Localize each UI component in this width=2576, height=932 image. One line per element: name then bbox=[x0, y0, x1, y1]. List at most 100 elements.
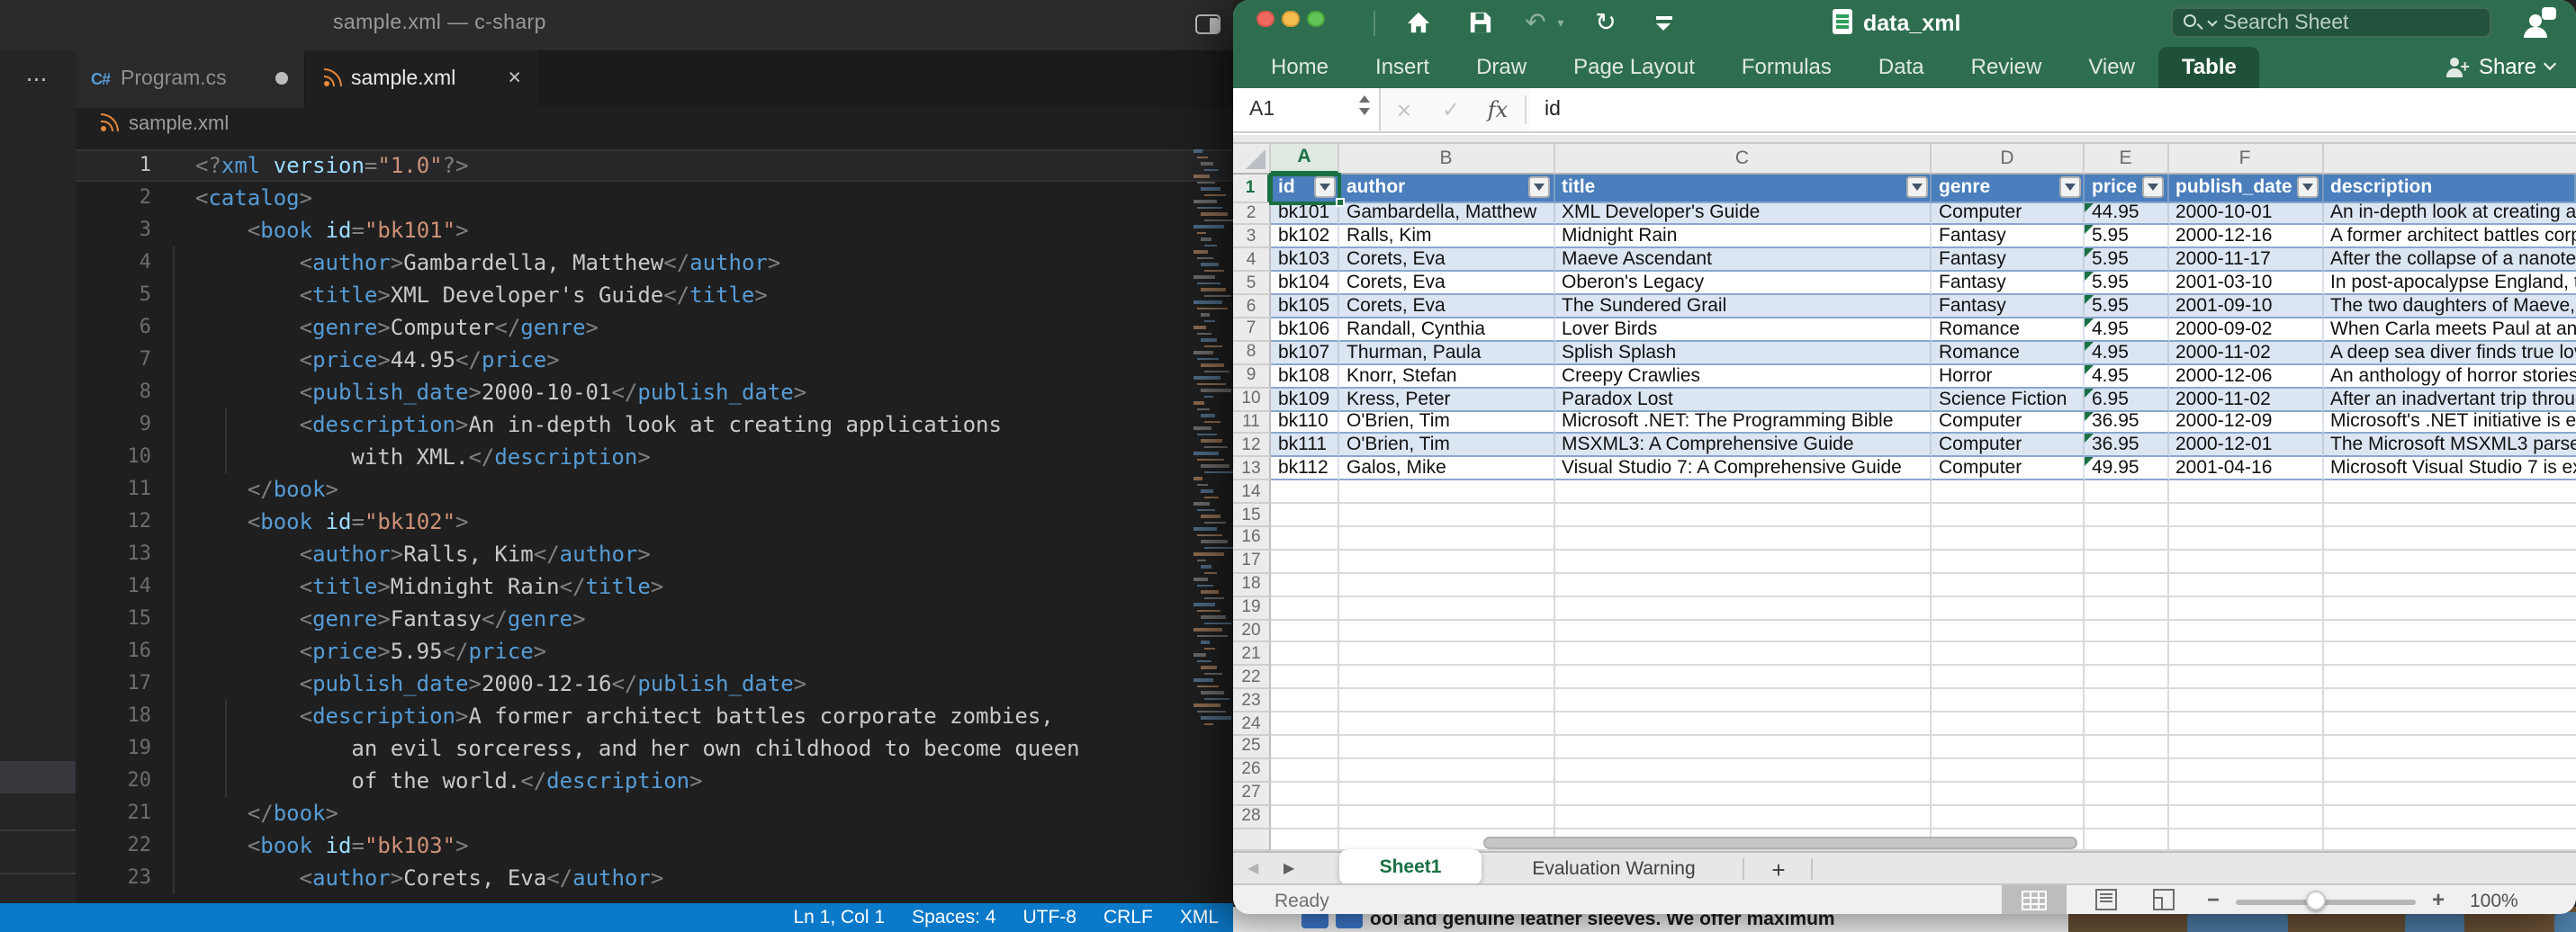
cell[interactable]: Microsoft's .NET initiative is ex bbox=[2323, 411, 2576, 435]
cell[interactable] bbox=[1271, 504, 1339, 527]
cell[interactable] bbox=[1554, 667, 1932, 690]
code-line[interactable]: 17 <publish_date>2000-12-16</publish_dat… bbox=[75, 668, 1233, 700]
cell[interactable] bbox=[2168, 620, 2323, 643]
cell[interactable]: Computer bbox=[1932, 435, 2085, 458]
redo-icon[interactable]: ↻ bbox=[1588, 0, 1624, 46]
cell[interactable] bbox=[2323, 712, 2576, 736]
cell[interactable] bbox=[1554, 805, 1932, 829]
row-header-9[interactable]: 9 bbox=[1233, 364, 1271, 388]
cell[interactable]: Computer bbox=[1932, 411, 2085, 435]
cell[interactable] bbox=[2168, 829, 2323, 850]
header-cell-description[interactable]: description bbox=[2323, 174, 2576, 202]
cell[interactable]: Computer bbox=[1932, 202, 2085, 226]
minimap[interactable] bbox=[1193, 149, 1229, 729]
cell[interactable]: 4.95 bbox=[2085, 318, 2168, 342]
code-editor[interactable]: 1<?xml version="1.0"?>2<catalog>3 <book … bbox=[75, 149, 1233, 894]
cell[interactable]: A deep sea diver finds true lov bbox=[2323, 342, 2576, 365]
column-header-B[interactable]: B bbox=[1339, 144, 1554, 174]
code-line[interactable]: 11 </book> bbox=[75, 473, 1233, 506]
column-header-E[interactable]: E bbox=[2085, 144, 2168, 174]
cell[interactable]: bk112 bbox=[1271, 458, 1339, 481]
row-header-2[interactable]: 2 bbox=[1233, 202, 1271, 226]
select-all-corner[interactable] bbox=[1233, 144, 1271, 174]
cell[interactable] bbox=[1932, 574, 2085, 597]
enter-button[interactable]: ✓ bbox=[1428, 88, 1474, 131]
ribbon-tab-formulas[interactable]: Formulas bbox=[1718, 46, 1855, 88]
code-line[interactable]: 19 an evil sorceress, and her own childh… bbox=[75, 732, 1233, 765]
close-traffic-light[interactable] bbox=[1256, 10, 1274, 27]
filter-button[interactable] bbox=[2142, 176, 2164, 198]
cell[interactable]: Fantasy bbox=[1932, 295, 2085, 318]
cell[interactable] bbox=[2085, 805, 2168, 829]
ribbon-tab-view[interactable]: View bbox=[2065, 46, 2158, 88]
cell[interactable]: Gambardella, Matthew bbox=[1339, 202, 1554, 226]
cell[interactable] bbox=[1271, 574, 1339, 597]
filter-button[interactable] bbox=[1313, 176, 1335, 198]
cell[interactable]: bk104 bbox=[1271, 272, 1339, 295]
undo-icon[interactable]: ↶ bbox=[1518, 0, 1554, 46]
cell[interactable]: Maeve Ascendant bbox=[1554, 249, 1932, 273]
cell[interactable]: 2000-10-01 bbox=[2168, 202, 2323, 226]
code-line[interactable]: 3 <book id="bk101"> bbox=[75, 214, 1233, 246]
status-item[interactable]: UTF-8 bbox=[1022, 907, 1076, 928]
cell[interactable] bbox=[2085, 551, 2168, 574]
header-cell-id[interactable]: id bbox=[1271, 174, 1339, 202]
cell[interactable] bbox=[2168, 689, 2323, 712]
cell[interactable] bbox=[1554, 736, 1932, 759]
cell[interactable] bbox=[1932, 551, 2085, 574]
cell[interactable]: An anthology of horror stories bbox=[2323, 364, 2576, 388]
cell[interactable]: Creepy Crawlies bbox=[1554, 364, 1932, 388]
cell[interactable]: 2000-12-01 bbox=[2168, 435, 2323, 458]
cell[interactable]: Fantasy bbox=[1932, 272, 2085, 295]
row-header-18[interactable]: 18 bbox=[1233, 574, 1271, 597]
cell[interactable] bbox=[2085, 667, 2168, 690]
row-header-6[interactable]: 6 bbox=[1233, 295, 1271, 318]
quick-access-chevron-icon[interactable] bbox=[1649, 0, 1678, 46]
cell[interactable]: Oberon's Legacy bbox=[1554, 272, 1932, 295]
code-line[interactable]: 13 <author>Ralls, Kim</author> bbox=[75, 538, 1233, 570]
row-header-23[interactable]: 23 bbox=[1233, 689, 1271, 712]
status-item[interactable]: Spaces: 4 bbox=[912, 907, 995, 928]
cell[interactable] bbox=[1932, 667, 2085, 690]
normal-view-button[interactable] bbox=[2002, 885, 2067, 914]
cell[interactable]: Corets, Eva bbox=[1339, 249, 1554, 273]
cell[interactable] bbox=[1554, 504, 1932, 527]
cell[interactable] bbox=[2323, 643, 2576, 667]
cell[interactable] bbox=[1554, 596, 1932, 620]
cell[interactable] bbox=[1339, 504, 1554, 527]
cell[interactable]: 5.95 bbox=[2085, 272, 2168, 295]
cell[interactable] bbox=[1339, 574, 1554, 597]
cell[interactable]: bk111 bbox=[1271, 435, 1339, 458]
name-box[interactable]: A1 bbox=[1233, 88, 1381, 131]
cell[interactable]: 36.95 bbox=[2085, 435, 2168, 458]
cell[interactable] bbox=[2085, 736, 2168, 759]
cell[interactable] bbox=[1339, 620, 1554, 643]
cell[interactable] bbox=[2323, 736, 2576, 759]
cell[interactable] bbox=[1271, 829, 1339, 850]
tab-program-cs[interactable]: C# Program.cs bbox=[75, 49, 306, 107]
cell[interactable] bbox=[1932, 480, 2085, 504]
cell[interactable]: Science Fiction bbox=[1932, 388, 2085, 411]
code-line[interactable]: 12 <book id="bk102"> bbox=[75, 506, 1233, 538]
cell[interactable] bbox=[2323, 551, 2576, 574]
add-sheet-button[interactable]: + bbox=[1759, 853, 1798, 885]
cell[interactable] bbox=[2168, 527, 2323, 551]
cell[interactable] bbox=[1932, 736, 2085, 759]
cell[interactable]: Midnight Rain bbox=[1554, 226, 1932, 249]
header-cell-author[interactable]: author bbox=[1339, 174, 1554, 202]
cell[interactable]: Horror bbox=[1932, 364, 2085, 388]
home-icon[interactable] bbox=[1399, 0, 1438, 46]
cell[interactable]: After the collapse of a nanote bbox=[2323, 249, 2576, 273]
row-header-13[interactable]: 13 bbox=[1233, 458, 1271, 481]
cell[interactable] bbox=[1271, 551, 1339, 574]
cell[interactable]: O'Brien, Tim bbox=[1339, 435, 1554, 458]
row-header-10[interactable]: 10 bbox=[1233, 388, 1271, 411]
cell[interactable] bbox=[1932, 783, 2085, 806]
cell[interactable] bbox=[1339, 667, 1554, 690]
cell[interactable] bbox=[2085, 596, 2168, 620]
cell[interactable] bbox=[2168, 667, 2323, 690]
cell[interactable]: XML Developer's Guide bbox=[1554, 202, 1932, 226]
cell[interactable] bbox=[1271, 736, 1339, 759]
cell[interactable]: Paradox Lost bbox=[1554, 388, 1932, 411]
cell[interactable]: Computer bbox=[1932, 458, 2085, 481]
